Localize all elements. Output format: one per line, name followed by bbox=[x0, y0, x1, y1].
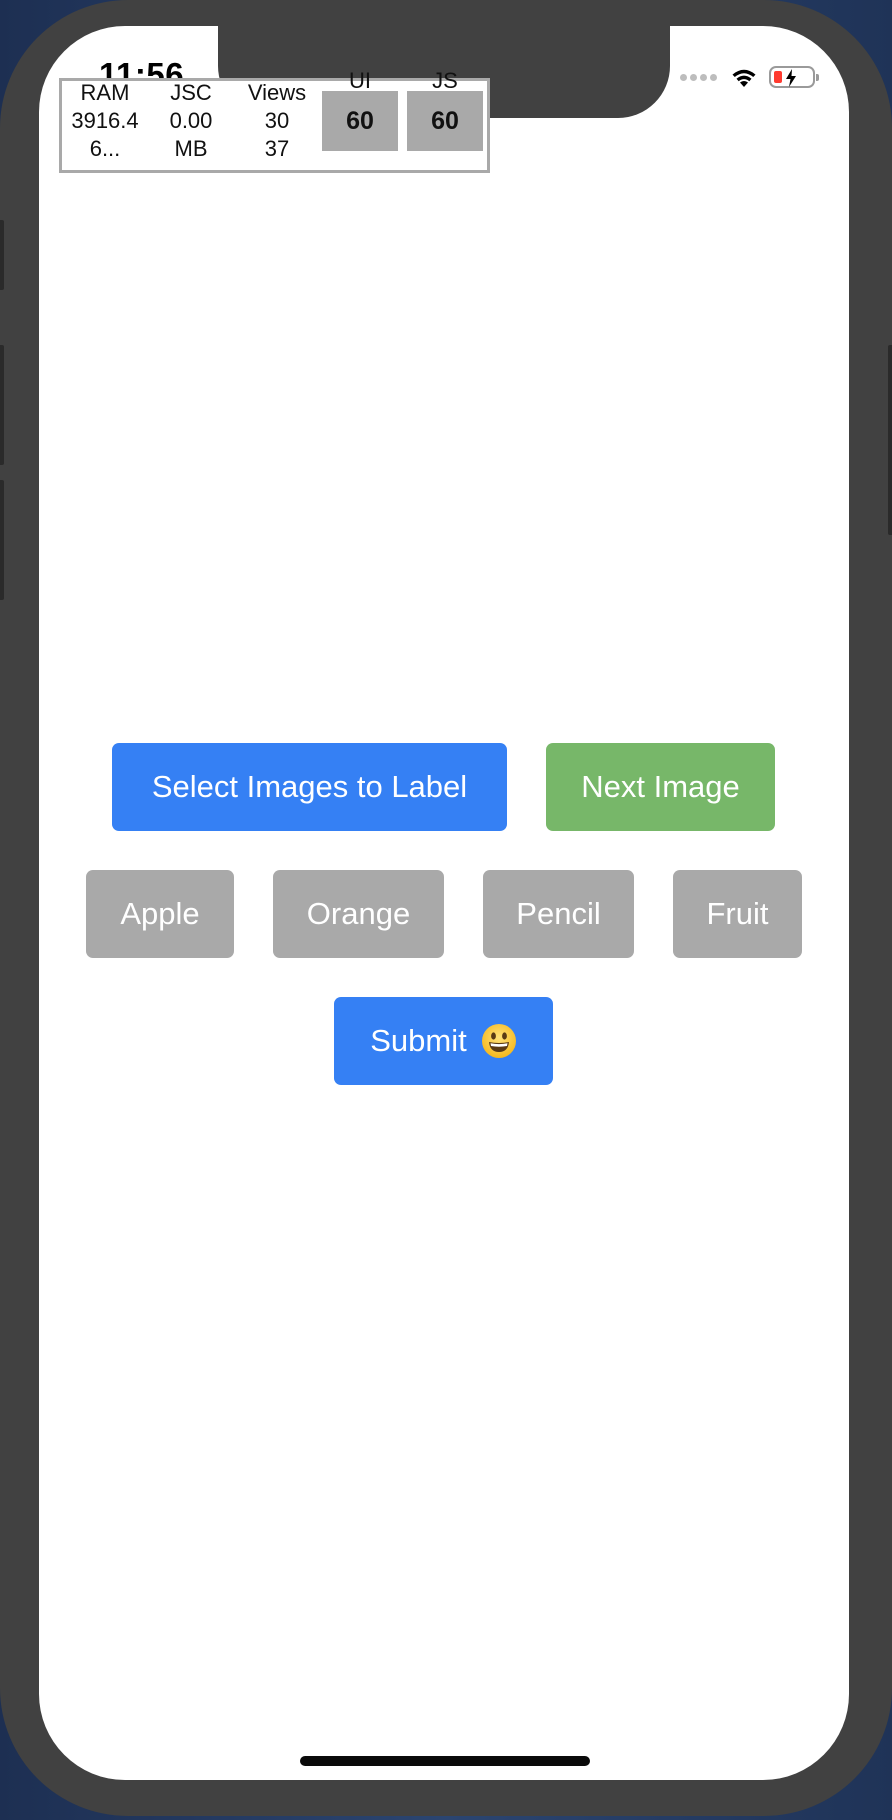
phone-frame: 11:56 RAM 3916.4 6... JSC 0.00 MB Views … bbox=[0, 0, 892, 1816]
status-icons bbox=[680, 64, 819, 90]
perf-jsc-value: 0.00 bbox=[169, 108, 213, 133]
perf-ram-label: RAM bbox=[80, 80, 130, 105]
label-pencil-button[interactable]: Pencil bbox=[483, 870, 634, 958]
perf-views: Views 30 37 bbox=[234, 79, 320, 163]
perf-views-label: Views bbox=[247, 80, 307, 105]
volume-up-button bbox=[0, 345, 4, 465]
wifi-icon bbox=[732, 69, 756, 87]
submit-label: Submit bbox=[370, 1023, 467, 1058]
label-apple-button[interactable]: Apple bbox=[86, 870, 234, 958]
next-image-button[interactable]: Next Image bbox=[546, 743, 775, 831]
battery-icon bbox=[769, 66, 819, 88]
volume-down-button bbox=[0, 480, 4, 600]
perf-jsc-label: JSC bbox=[170, 80, 212, 105]
perf-views-sub: 37 bbox=[264, 136, 290, 161]
label-fruit-button[interactable]: Fruit bbox=[673, 870, 802, 958]
perf-ui-label: UI bbox=[349, 68, 371, 93]
perf-ram: RAM 3916.4 6... bbox=[62, 79, 148, 163]
label-orange-button[interactable]: Orange bbox=[273, 870, 444, 958]
perf-ram-value: 3916.4 bbox=[71, 108, 139, 133]
perf-ui-value: 60 bbox=[322, 91, 398, 151]
signal-dots-icon bbox=[680, 73, 717, 81]
smiley-emoji-icon bbox=[481, 1024, 516, 1058]
perf-jsc-unit: MB bbox=[174, 136, 208, 161]
submit-button[interactable]: Submit bbox=[334, 997, 553, 1085]
perf-jsc: JSC 0.00 MB bbox=[148, 79, 234, 163]
perf-monitor[interactable]: RAM 3916.4 6... JSC 0.00 MB Views 30 37 … bbox=[59, 70, 490, 173]
perf-js-label: JS bbox=[432, 68, 458, 93]
phone-screen: 11:56 RAM 3916.4 6... JSC 0.00 MB Views … bbox=[39, 26, 849, 1780]
select-images-button[interactable]: Select Images to Label bbox=[112, 743, 507, 831]
power-button bbox=[888, 345, 892, 535]
perf-js-value: 60 bbox=[407, 91, 483, 151]
mute-switch bbox=[0, 220, 4, 290]
home-indicator[interactable] bbox=[300, 1756, 590, 1766]
perf-views-value: 30 bbox=[264, 108, 290, 133]
perf-ram-unit: 6... bbox=[89, 136, 121, 161]
